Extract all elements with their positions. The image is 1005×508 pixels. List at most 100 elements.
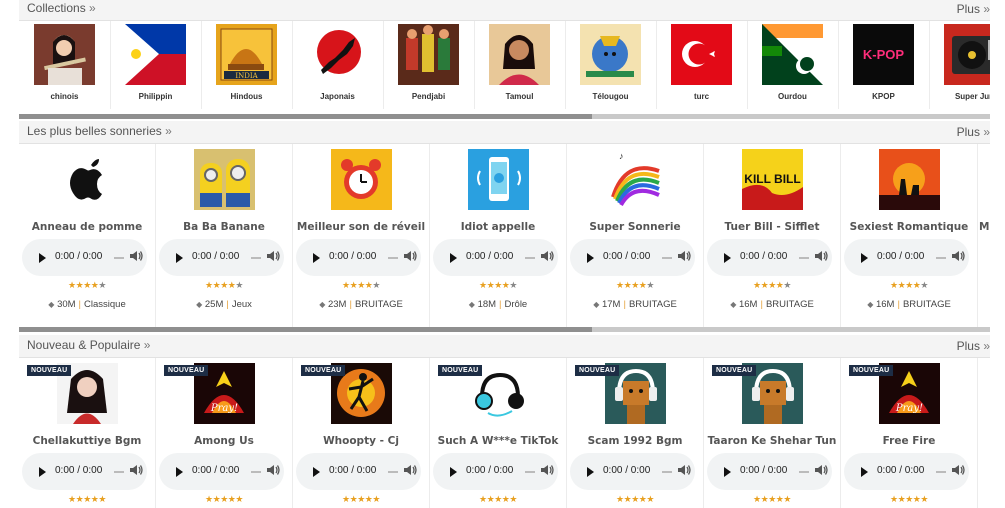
volume-icon[interactable] (677, 249, 691, 263)
play-icon[interactable] (861, 467, 868, 477)
volume-icon[interactable] (814, 249, 828, 263)
audio-player[interactable]: 0:00 / 0:00 (296, 453, 421, 490)
ringtone-title[interactable]: Chellakuttiye Bgm (21, 435, 153, 447)
play-icon[interactable] (724, 467, 731, 477)
new-title[interactable]: Nouveau & Populaire » (27, 338, 150, 352)
ringtone-title[interactable]: Ma (979, 221, 990, 233)
audio-progress-bar[interactable] (662, 257, 672, 259)
ringtone-title[interactable]: Tuer Bill - Sifflet (706, 221, 838, 233)
play-icon[interactable] (313, 467, 320, 477)
volume-icon[interactable] (129, 249, 143, 263)
play-icon[interactable] (450, 467, 457, 477)
ringtone-category[interactable]: Classique (84, 299, 126, 310)
volume-icon[interactable] (403, 463, 417, 477)
ringtone-card[interactable]: Idiot appelle 0:00 / 0:00 ★★★★★ ◆ 18M | Dr… (430, 144, 567, 327)
volume-icon[interactable] (677, 463, 691, 477)
play-icon[interactable] (39, 467, 46, 477)
new-more-link[interactable]: Plus » (957, 339, 990, 353)
ringtone-category[interactable]: BRUITAGE (355, 299, 403, 310)
ringtone-category[interactable]: BRUITAGE (903, 299, 951, 310)
ringtone-title[interactable]: Such A W***e TikTok (432, 435, 564, 447)
audio-progress-bar[interactable] (251, 257, 261, 259)
audio-player[interactable]: 0:00 / 0:00 (570, 239, 695, 276)
ringtone-card[interactable]: NOUVEAU Pray! Among Us 0:00 / 0:00 ★★★★★ (156, 358, 293, 508)
ringtone-card[interactable]: KILL BILL Tuer Bill - Sifflet 0:00 / 0:00… (704, 144, 841, 327)
volume-icon[interactable] (266, 463, 280, 477)
collection-item[interactable]: Télougou (565, 21, 657, 109)
collections-scrollbar[interactable] (19, 114, 990, 119)
play-icon[interactable] (587, 467, 594, 477)
ringtone-card[interactable]: NOUVEAU Scam 1992 Bgm 0:00 / 0:00 ★★★★★ (567, 358, 704, 508)
ringtone-card[interactable]: NOUVEAU Taaron Ke Shehar Tun 0:00 / 0:00 … (704, 358, 841, 508)
ringtone-card[interactable]: ♪ Super Sonnerie 0:00 / 0:00 ★★★★★ ◆ 17M |… (567, 144, 704, 327)
ringtone-title[interactable]: Whoopty - Cj (295, 435, 427, 447)
best-scrollbar-thumb[interactable] (19, 327, 592, 332)
volume-icon[interactable] (951, 249, 965, 263)
play-icon[interactable] (176, 253, 183, 263)
collection-item[interactable]: Japonais (292, 21, 384, 109)
audio-progress-bar[interactable] (251, 471, 261, 473)
collection-item[interactable]: INDIA Hindous (201, 21, 293, 109)
audio-player[interactable]: 0:00 / 0:00 (159, 453, 284, 490)
audio-progress-bar[interactable] (936, 257, 946, 259)
ringtone-title[interactable]: Meilleur son de réveil (295, 221, 427, 233)
ringtone-card[interactable]: NOUVEAU Whoopty - Cj 0:00 / 0:00 ★★★★★ (293, 358, 430, 508)
play-icon[interactable] (450, 253, 457, 263)
ringtone-category[interactable]: BRUITAGE (766, 299, 814, 310)
collection-item[interactable]: Pendjabi (383, 21, 475, 109)
collection-item[interactable]: Ourdou (747, 21, 839, 109)
ringtone-category[interactable]: Jeux (232, 299, 252, 310)
volume-icon[interactable] (814, 463, 828, 477)
collections-title[interactable]: Collections » (27, 1, 96, 15)
play-icon[interactable] (176, 467, 183, 477)
play-icon[interactable] (313, 253, 320, 263)
ringtone-title[interactable]: Scam 1992 Bgm (569, 435, 701, 447)
audio-progress-bar[interactable] (799, 257, 809, 259)
collections-scrollbar-thumb[interactable] (19, 114, 592, 119)
play-icon[interactable] (39, 253, 46, 263)
audio-player[interactable]: 0:00 / 0:00 (433, 453, 558, 490)
collection-item[interactable]: Tamoul (474, 21, 566, 109)
volume-icon[interactable] (403, 249, 417, 263)
volume-icon[interactable] (540, 463, 554, 477)
audio-progress-bar[interactable] (388, 257, 398, 259)
audio-progress-bar[interactable] (525, 257, 535, 259)
audio-progress-bar[interactable] (799, 471, 809, 473)
ringtone-title[interactable]: Among Us (158, 435, 290, 447)
ringtone-card[interactable]: Ba Ba Banane 0:00 / 0:00 ★★★★★ ◆ 25M | Jeu… (156, 144, 293, 327)
audio-player[interactable]: 0:00 / 0:00 (22, 453, 147, 490)
audio-player[interactable]: 0:00 / 0:00 (844, 453, 969, 490)
audio-player[interactable]: 0:00 / 0:00 (707, 453, 832, 490)
ringtone-card[interactable]: NOUVEAU Pray! Free Fire 0:00 / 0:00 ★★★★★ (841, 358, 978, 508)
volume-icon[interactable] (951, 463, 965, 477)
best-scrollbar[interactable] (19, 327, 990, 332)
collection-item[interactable]: Super Jun (929, 21, 990, 109)
audio-player[interactable]: 0:00 / 0:00 (570, 453, 695, 490)
ringtone-card[interactable]: NOUVEAU Chellakuttiye Bgm 0:00 / 0:00 ★ ★ ★… (19, 358, 156, 508)
audio-player[interactable]: 0:00 / 0:00 (844, 239, 969, 276)
collections-more-link[interactable]: Plus » (957, 2, 990, 16)
play-icon[interactable] (724, 253, 731, 263)
audio-player[interactable]: 0:00 / 0:00 (296, 239, 421, 276)
volume-icon[interactable] (540, 249, 554, 263)
ringtone-title[interactable]: Super Sonnerie (569, 221, 701, 233)
best-more-link[interactable]: Plus » (957, 125, 990, 139)
ringtone-card[interactable]: Sexiest Romantique 0:00 / 0:00 ★★★★★ ◆ 1… (841, 144, 978, 327)
volume-icon[interactable] (129, 463, 143, 477)
ringtone-category[interactable]: Drôle (505, 299, 528, 310)
audio-progress-bar[interactable] (662, 471, 672, 473)
audio-player[interactable]: 0:00 / 0:00 (22, 239, 147, 276)
ringtone-title[interactable]: Anneau de pomme (21, 221, 153, 233)
ringtone-title[interactable]: Free Fire (843, 435, 975, 447)
play-icon[interactable] (861, 253, 868, 263)
audio-progress-bar[interactable] (936, 471, 946, 473)
audio-progress-bar[interactable] (114, 257, 124, 259)
best-title[interactable]: Les plus belles sonneries » (27, 124, 172, 138)
audio-progress-bar[interactable] (114, 471, 124, 473)
ringtone-card[interactable]: Anneau de pomme 0:00 / 0:00 ★★★★★ ◆ 30M |… (19, 144, 156, 327)
audio-progress-bar[interactable] (388, 471, 398, 473)
audio-player[interactable]: 0:00 / 0:00 (159, 239, 284, 276)
collection-item[interactable]: chinois (19, 21, 111, 109)
ringtone-title[interactable]: Sexiest Romantique (843, 221, 975, 233)
collection-item[interactable]: K-POP KPOP (838, 21, 930, 109)
